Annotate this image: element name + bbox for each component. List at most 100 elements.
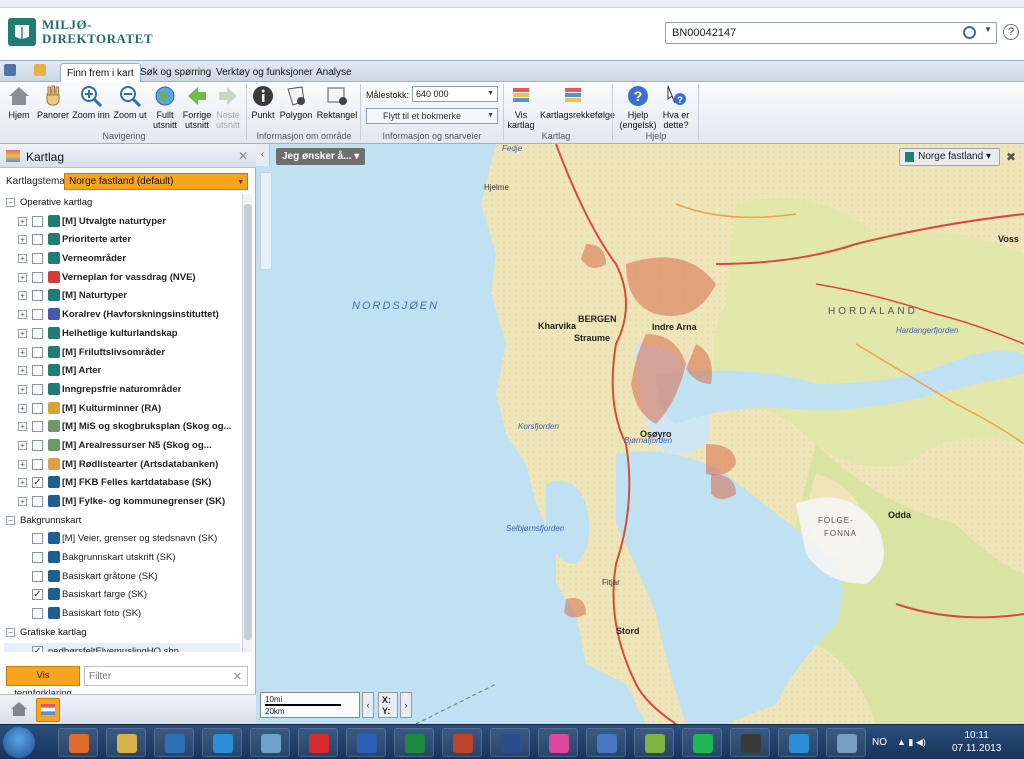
layer-checkbox[interactable]: ✓	[32, 477, 43, 489]
expand-icon[interactable]: +	[18, 497, 27, 506]
layer-checkbox[interactable]	[32, 215, 43, 227]
search-icon[interactable]	[963, 26, 976, 39]
layer-item[interactable]: Bakgrunnskart utskrift (SK)	[4, 549, 240, 568]
taskbar-app-button[interactable]	[154, 728, 194, 757]
layer-checkbox[interactable]	[32, 309, 43, 321]
next-extent-button[interactable]: Neste utsnitt	[214, 84, 242, 130]
layer-checkbox[interactable]	[32, 533, 43, 545]
tray-clock[interactable]: 10:11 07.11.2013	[952, 729, 1001, 755]
layer-checkbox[interactable]	[32, 402, 43, 414]
layer-item[interactable]: + [M] Rødlistearter (Artsdatabanken)	[4, 456, 240, 475]
layer-item[interactable]: + Verneområder	[4, 250, 240, 269]
help-icon[interactable]: ?	[1003, 24, 1019, 40]
layer-item[interactable]: + [M] Friluftslivsområder	[4, 344, 240, 363]
taskbar-app-button[interactable]	[634, 728, 674, 757]
scrollbar-thumb[interactable]	[244, 204, 252, 640]
layer-checkbox[interactable]	[32, 421, 43, 433]
point-info-button[interactable]: Punkt	[250, 84, 276, 120]
layer-item[interactable]: ✓ Basiskart farge (SK)	[4, 586, 240, 605]
tools-icon[interactable]: ✖	[1006, 150, 1020, 164]
layer-checkbox[interactable]	[32, 570, 43, 582]
open-folder-icon[interactable]	[34, 64, 46, 76]
expand-icon[interactable]: +	[18, 384, 27, 394]
layer-checkbox[interactable]: ✓	[32, 645, 43, 652]
layer-item[interactable]: ✓ nedbørsfeltElvemuslingHO.shp	[4, 642, 240, 652]
rectangle-info-button[interactable]: Rektangel	[316, 84, 358, 120]
expand-icon[interactable]: +	[18, 422, 27, 432]
expand-icon[interactable]: +	[18, 347, 27, 357]
home-icon[interactable]	[10, 701, 28, 717]
layer-item[interactable]: [M] Veier, grenser og stedsnavn (SK)	[4, 530, 240, 549]
layer-checkbox[interactable]	[32, 253, 43, 265]
layer-checkbox[interactable]	[32, 327, 43, 339]
zoom-out-button[interactable]: Zoom ut	[112, 84, 148, 120]
layer-item[interactable]: + Helhetlige kulturlandskap	[4, 325, 240, 344]
layer-checkbox[interactable]	[32, 383, 43, 395]
scale-select[interactable]: 640 000 ▼	[412, 86, 498, 102]
zoom-in-button[interactable]: Zoom inn	[72, 84, 110, 120]
taskbar-app-button[interactable]	[394, 728, 434, 757]
layer-order-button[interactable]: Kartlagsrekkefølge	[540, 84, 615, 120]
zoom-slider[interactable]	[260, 172, 272, 270]
taskbar-app-button[interactable]	[346, 728, 386, 757]
layer-item[interactable]: + [M] Fylke- og kommunegrenser (SK)	[4, 493, 240, 512]
layer-section-header[interactable]: − Grafiske kartlag	[4, 624, 240, 643]
expand-icon[interactable]: +	[18, 366, 27, 376]
coords-prev-button[interactable]: ‹	[362, 692, 374, 718]
tab-sok-sporring[interactable]: Søk og spørring	[134, 63, 217, 82]
expand-icon[interactable]: +	[18, 403, 27, 413]
layer-checkbox[interactable]	[32, 271, 43, 283]
layer-item[interactable]: Basiskart gråtone (SK)	[4, 568, 240, 587]
expand-icon[interactable]: +	[18, 328, 27, 338]
layer-checkbox[interactable]: ✓	[32, 589, 43, 601]
layer-item[interactable]: + [M] Naturtyper	[4, 287, 240, 306]
layer-item[interactable]: + Verneplan for vassdrag (NVE)	[4, 269, 240, 288]
layer-item[interactable]: Basiskart foto (SK)	[4, 605, 240, 624]
layer-checkbox[interactable]	[32, 290, 43, 302]
layer-section-header[interactable]: − Bakgrunnskart	[4, 512, 240, 531]
layer-checkbox[interactable]	[32, 346, 43, 358]
start-button[interactable]	[3, 727, 35, 758]
taskbar-app-button[interactable]	[202, 728, 242, 757]
coords-next-button[interactable]: ›	[400, 692, 412, 718]
layer-checkbox[interactable]	[32, 608, 43, 620]
filter-input[interactable]	[85, 667, 225, 685]
jeg-onsker-menu[interactable]: Jeg ønsker å... ▾	[276, 148, 366, 165]
expand-icon[interactable]: +	[18, 235, 27, 245]
collapse-icon[interactable]: −	[6, 627, 15, 637]
tab-analyse[interactable]: Analyse	[310, 63, 358, 82]
region-select[interactable]: Norge fastland ▾	[899, 148, 1000, 166]
layer-item[interactable]: + [M] MiS og skogbruksplan (Skog og...	[4, 418, 240, 437]
layer-item[interactable]: + [M] Arealressurser N5 (Skog og...	[4, 437, 240, 456]
layer-section-header[interactable]: − Operative kartlag	[4, 194, 240, 213]
home-button[interactable]: Hjem	[4, 84, 34, 120]
expand-icon[interactable]: +	[18, 459, 27, 469]
whats-this-button[interactable]: ? Hva er dette?	[660, 84, 692, 130]
taskbar-app-button[interactable]	[490, 728, 530, 757]
taskbar-app-button[interactable]	[538, 728, 578, 757]
help-english-button[interactable]: ? Hjelp (engelsk)	[618, 84, 658, 130]
expand-icon[interactable]: +	[18, 440, 27, 450]
miljodirektoratet-logo[interactable]: MILJØ- DIREKTORATET	[8, 18, 153, 46]
polygon-info-button[interactable]: Polygon	[278, 84, 314, 120]
taskbar-app-button[interactable]	[730, 728, 770, 757]
layer-item[interactable]: + Inngrepsfrie naturområder	[4, 381, 240, 400]
collapse-icon[interactable]: −	[6, 515, 15, 525]
theme-select[interactable]: Norge fastland (default) ▼	[64, 173, 248, 190]
layer-checkbox[interactable]	[32, 496, 43, 507]
taskbar-app-button[interactable]	[826, 728, 866, 757]
close-icon[interactable]: ✕	[238, 149, 248, 163]
filter-box[interactable]: ✕	[84, 666, 248, 686]
bookmark-select[interactable]: Flytt til et bokmerke ▼	[366, 108, 498, 124]
taskbar-app-button[interactable]	[58, 728, 98, 757]
layer-checkbox[interactable]	[32, 234, 43, 246]
expand-icon[interactable]: +	[18, 254, 27, 264]
full-extent-button[interactable]: Fullt utsnitt	[150, 84, 180, 130]
search-dropdown-icon[interactable]: ▼	[984, 25, 992, 34]
tab-verktoy[interactable]: Verktøy og funksjoner	[210, 63, 319, 82]
expand-icon[interactable]: +	[18, 216, 27, 226]
layer-item[interactable]: + [M] Arter	[4, 362, 240, 381]
search-box[interactable]: ▼	[665, 22, 997, 44]
taskbar-app-button[interactable]	[298, 728, 338, 757]
taskbar-app-button[interactable]	[778, 728, 818, 757]
